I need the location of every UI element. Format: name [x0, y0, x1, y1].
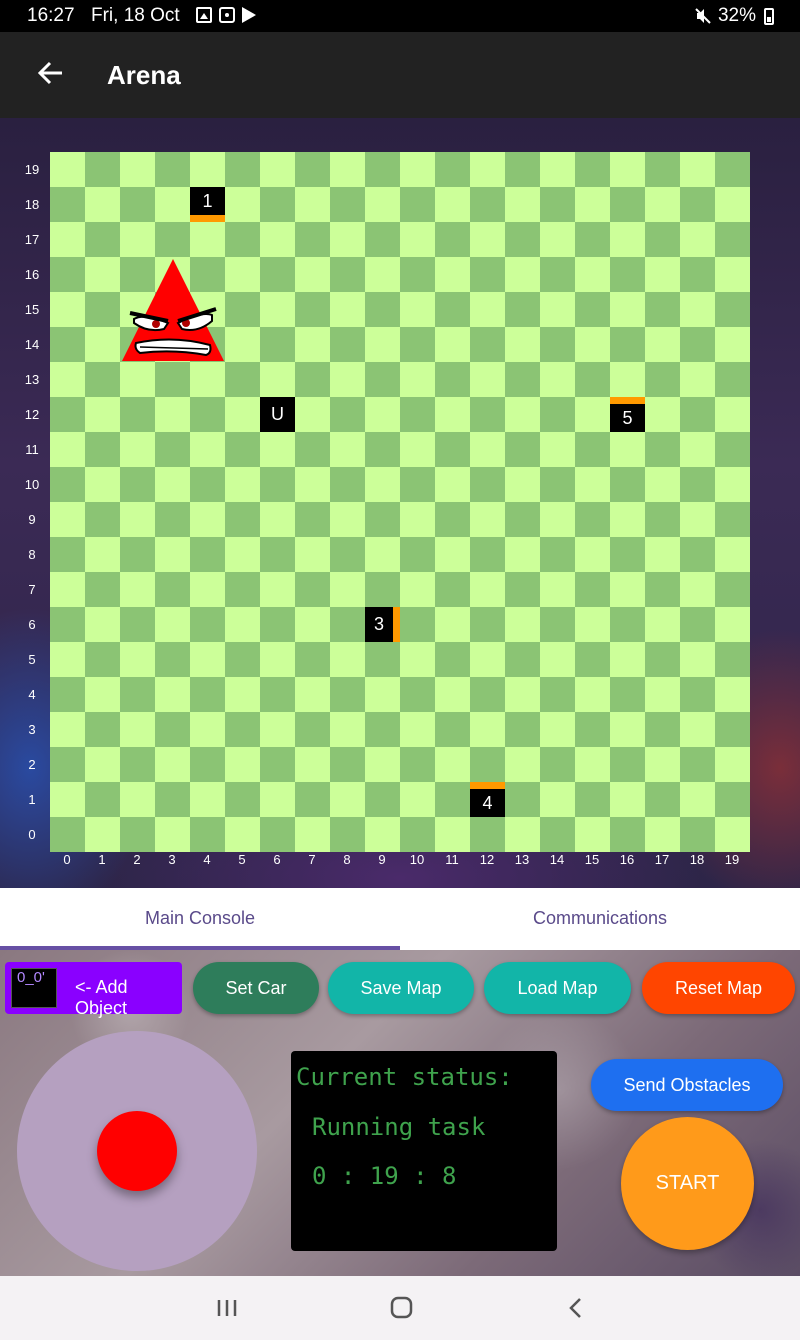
x-axis-label: 7 [308, 852, 316, 867]
arena-grid[interactable]: 1 U 5 3 4 [50, 152, 750, 852]
x-axis-label: 18 [689, 852, 705, 867]
app-bar: Arena [0, 32, 800, 118]
page-title: Arena [107, 60, 181, 90]
y-axis-label: 1 [28, 792, 36, 807]
status-bar: 16:27 Fri, 18 Oct 32% [0, 0, 800, 32]
send-obstacles-button[interactable]: Send Obstacles [591, 1059, 783, 1111]
y-axis-label: 5 [28, 652, 36, 667]
y-axis-label: 9 [28, 512, 36, 527]
arrow-left-icon[interactable] [34, 56, 68, 90]
y-axis-label: 17 [24, 232, 40, 247]
home-icon[interactable] [386, 1294, 416, 1322]
gallery-icon [196, 7, 212, 23]
status-task: Running task [312, 1113, 486, 1141]
x-axis-label: 10 [409, 852, 425, 867]
obstacle-4[interactable]: 4 [470, 782, 505, 817]
y-axis-label: 10 [24, 477, 40, 492]
x-axis-label: 16 [619, 852, 635, 867]
y-axis-label: 3 [28, 722, 36, 737]
x-axis-label: 15 [584, 852, 600, 867]
notification-icons [196, 7, 256, 23]
angry-triangle-robot-icon[interactable] [120, 257, 226, 363]
x-axis-label: 5 [238, 852, 246, 867]
x-axis-label: 13 [514, 852, 530, 867]
y-axis-label: 2 [28, 757, 36, 772]
y-axis-label: 8 [28, 547, 36, 562]
save-map-button[interactable]: Save Map [328, 962, 474, 1014]
x-axis-label: 4 [203, 852, 211, 867]
obstacle-3[interactable]: 3 [365, 607, 400, 642]
x-axis-label: 12 [479, 852, 495, 867]
add-object-label: <- Add Object [75, 977, 128, 1018]
y-axis-label: 14 [24, 337, 40, 352]
back-icon[interactable] [561, 1294, 591, 1322]
x-axis-label: 2 [133, 852, 141, 867]
reset-map-button[interactable]: Reset Map [642, 962, 795, 1014]
system-nav-bar [0, 1276, 800, 1340]
y-axis-label: 4 [28, 687, 36, 702]
x-axis-label: 1 [98, 852, 106, 867]
y-axis-label: 18 [24, 197, 40, 212]
set-car-button[interactable]: Set Car [193, 962, 319, 1014]
screen-record-icon [219, 7, 235, 23]
x-axis-label: 8 [343, 852, 351, 867]
status-panel: Current status: Running task 0 : 19 : 8 [291, 1051, 557, 1251]
start-button[interactable]: START [621, 1117, 754, 1250]
x-axis-label: 17 [654, 852, 670, 867]
status-timer: 0 : 19 : 8 [312, 1162, 457, 1190]
y-axis-label: 11 [25, 442, 39, 457]
tab-bar: Main Console Communications [0, 888, 800, 950]
y-axis-label: 0 [28, 827, 36, 842]
x-axis-label: 14 [549, 852, 565, 867]
battery-percent: 32% [717, 5, 756, 26]
y-axis-label: 12 [24, 407, 40, 422]
x-axis-label: 11 [445, 852, 459, 867]
status-title: Current status: [296, 1063, 513, 1091]
y-axis-label: 15 [24, 302, 40, 317]
obstacle-U[interactable]: U [260, 397, 295, 432]
play-store-icon [242, 7, 256, 23]
add-object-button[interactable]: 0_0' <- Add Object [5, 962, 182, 1018]
y-axis-label: 6 [28, 617, 36, 632]
y-axis-label: 13 [24, 372, 40, 387]
y-axis-label: 16 [24, 267, 40, 282]
obstacle-1[interactable]: 1 [190, 187, 225, 222]
status-time: 16:27 [27, 5, 75, 26]
x-axis-label: 3 [168, 852, 176, 867]
y-axis-label: 19 [24, 162, 40, 177]
y-axis-label: 7 [28, 582, 36, 597]
object-swatch[interactable]: 0_0' [11, 968, 57, 1008]
mute-icon [695, 8, 711, 24]
system-indicators: 32% [694, 5, 774, 27]
recent-apps-icon[interactable] [212, 1294, 242, 1322]
status-date: Fri, 18 Oct [91, 5, 180, 26]
tab-main-console[interactable]: Main Console [0, 888, 400, 950]
load-map-button[interactable]: Load Map [484, 962, 631, 1014]
battery-icon [764, 7, 774, 25]
x-axis-label: 6 [273, 852, 281, 867]
x-axis-label: 19 [724, 852, 740, 867]
joystick-knob[interactable] [97, 1111, 177, 1191]
tab-communications[interactable]: Communications [400, 888, 800, 950]
obstacle-5[interactable]: 5 [610, 397, 645, 432]
x-axis-label: 0 [63, 852, 71, 867]
x-axis-label: 9 [378, 852, 386, 867]
